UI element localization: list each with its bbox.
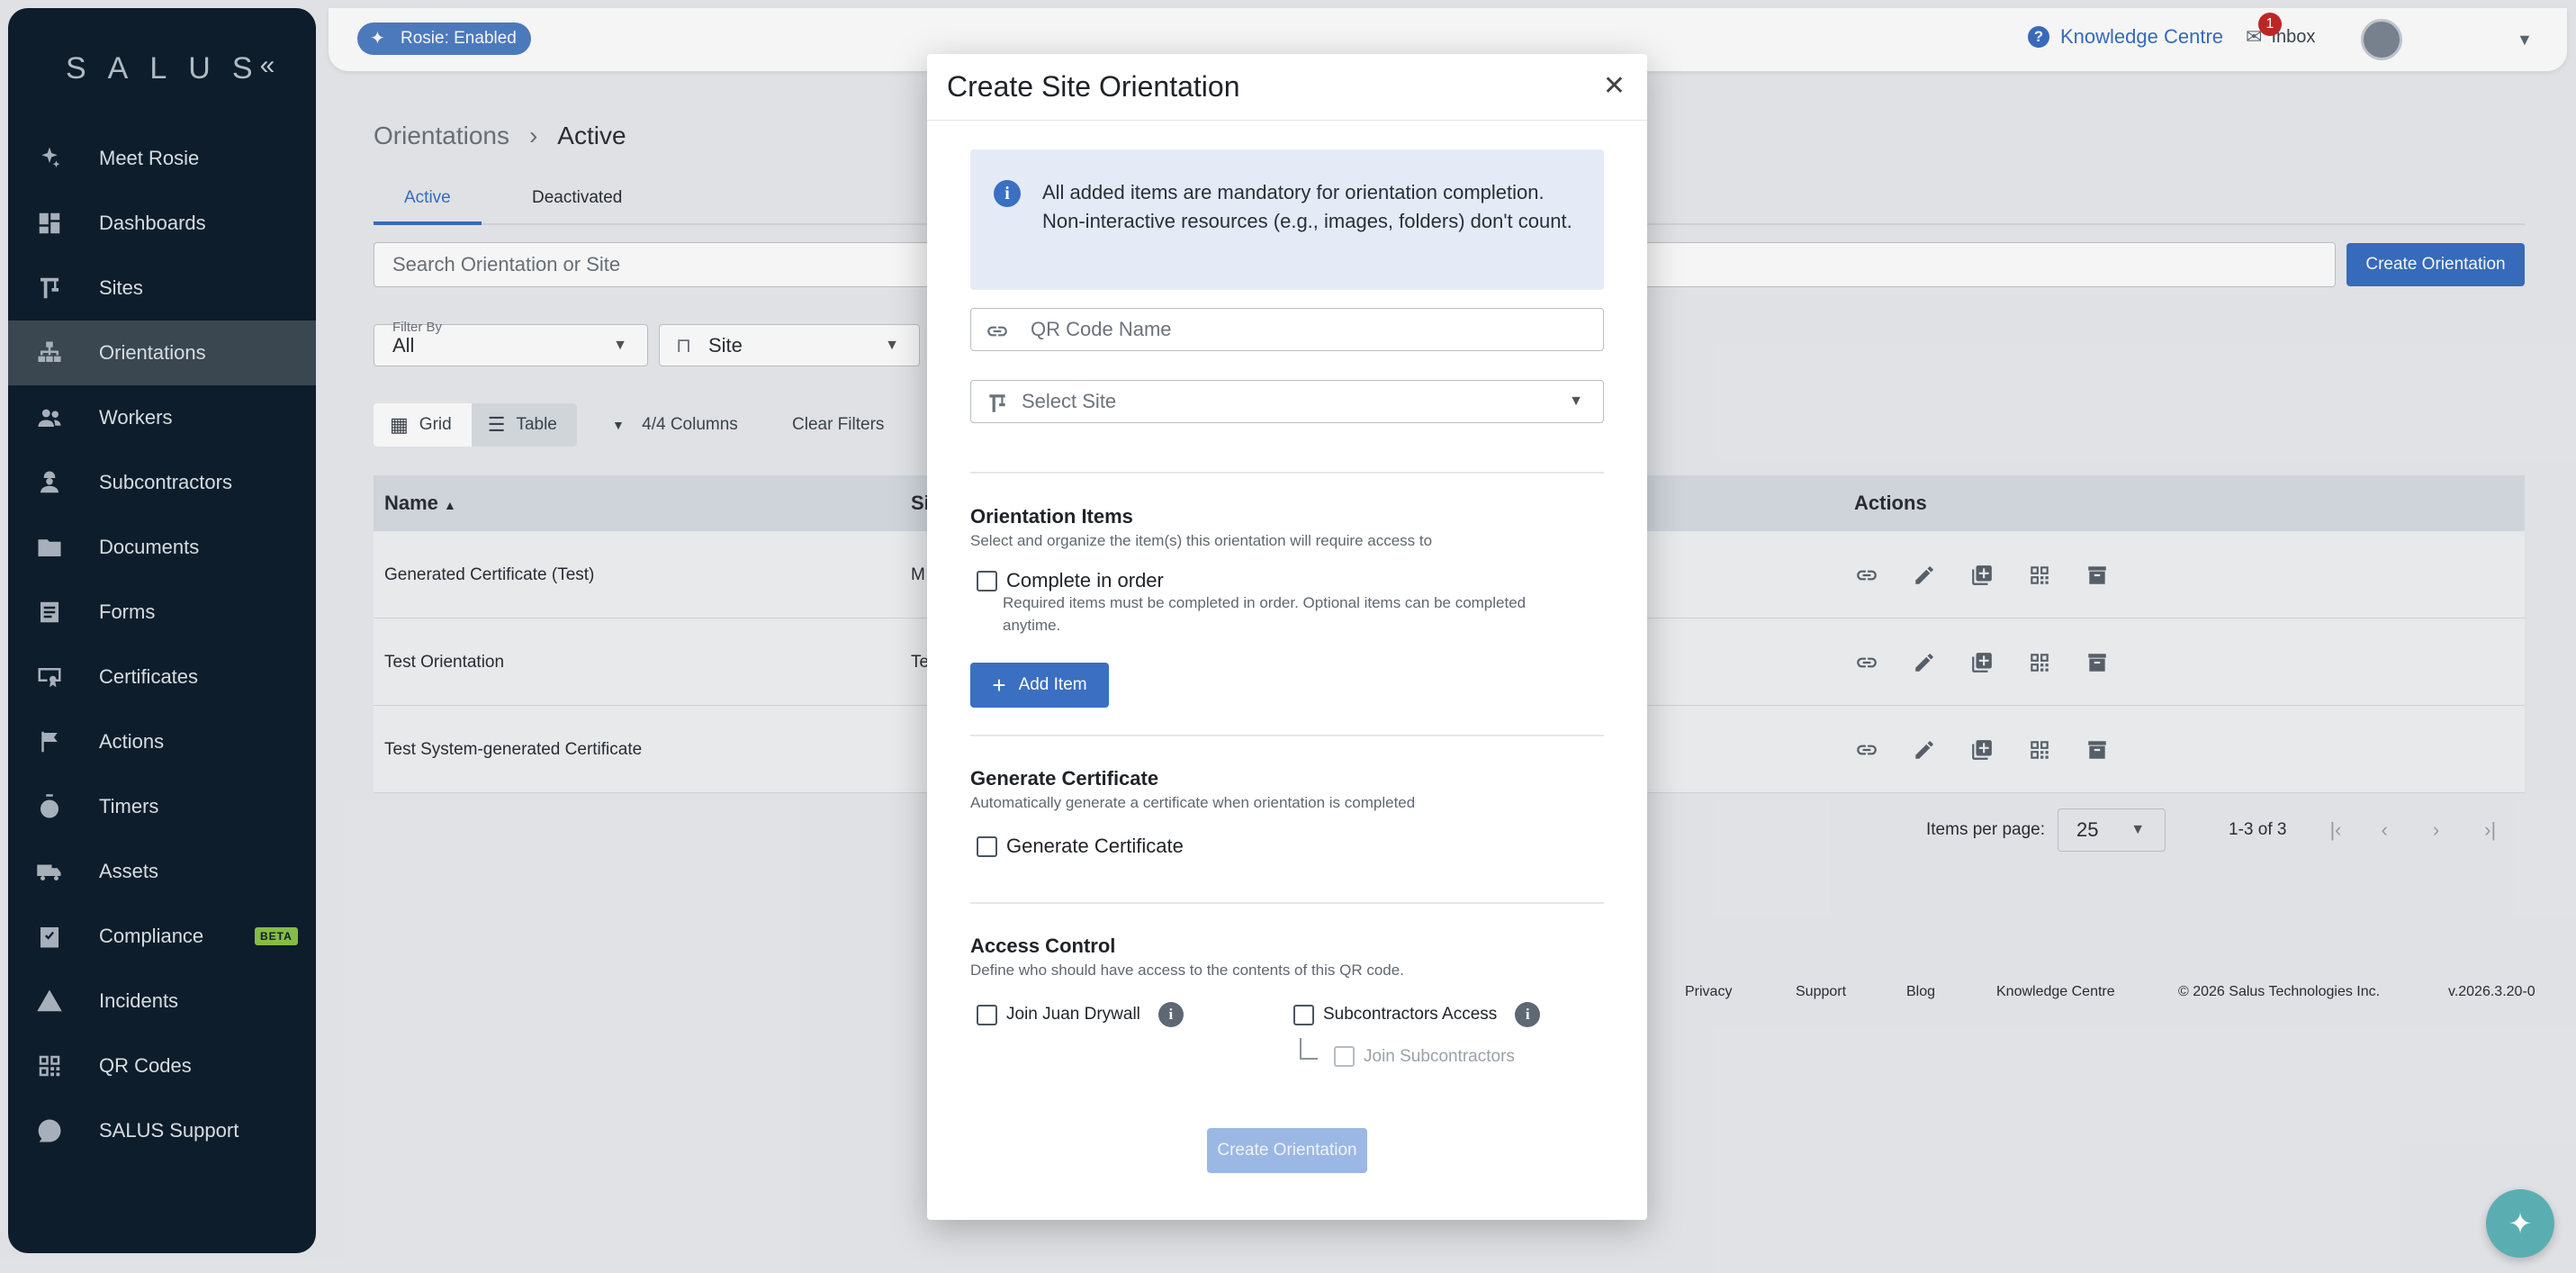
generate-certificate-checkbox[interactable]: Generate Certificate [977,835,1184,858]
plus-icon: + [992,672,1006,699]
access-control-subtitle: Define who should have access to the con… [970,962,1404,979]
select-site-dropdown[interactable]: Select Site ▼ [970,380,1604,423]
divider [970,735,1604,736]
crane-icon [986,392,1009,415]
checkbox-box[interactable] [1334,1046,1355,1067]
access-control-title: Access Control [970,934,1116,957]
orientation-items-subtitle: Select and organize the item(s) this ori… [970,532,1433,549]
join-company-label: Join Juan Drywall [1006,1005,1140,1024]
checkbox-box[interactable] [977,570,997,591]
orientation-items-title: Orientation Items [970,505,1133,528]
checkbox-box[interactable] [977,835,997,857]
close-icon[interactable]: ✕ [1603,70,1626,102]
dialog-header: Create Site Orientation ✕ [927,54,1647,121]
subcontractors-access-checkbox[interactable]: Subcontractors Access i [1293,1002,1541,1027]
chevron-down-icon: ▼ [1569,393,1583,409]
info-icon: i [994,180,1021,207]
join-company-checkbox[interactable]: Join Juan Drywall i [977,1002,1184,1027]
generate-certificate-title: Generate Certificate [970,767,1159,790]
generate-certificate-subtitle: Automatically generate a certificate whe… [970,794,1416,811]
subcontractors-access-label: Subcontractors Access [1323,1005,1498,1024]
qr-code-name-placeholder: QR Code Name [1031,318,1172,340]
qr-code-name-field[interactable]: QR Code Name [970,308,1604,351]
select-site-placeholder: Select Site [1022,390,1117,412]
info-icon[interactable]: i [1515,1002,1541,1027]
complete-in-order-help: Required items must be completed in orde… [1003,594,1527,634]
complete-in-order-label: Complete in order [1006,569,1164,591]
complete-in-order-checkbox[interactable]: Complete in order [977,569,1164,592]
info-icon[interactable]: i [1157,1002,1184,1027]
divider [970,902,1604,904]
divider [970,472,1604,474]
join-subcontractors-checkbox[interactable]: Join Subcontractors [1334,1046,1515,1067]
checkbox-box[interactable] [1293,1004,1314,1025]
sparkle-icon: ✦ [2508,1207,2533,1240]
rosie-assistant-button[interactable]: ✦ [2486,1189,2554,1258]
add-item-button[interactable]: + Add Item [970,663,1109,708]
dialog-title: Create Site Orientation [947,70,1240,103]
link-icon [986,320,1009,343]
join-subcontractors-label: Join Subcontractors [1364,1046,1515,1066]
tree-connector [1300,1038,1318,1060]
checkbox-box[interactable] [977,1004,997,1025]
generate-certificate-label: Generate Certificate [1006,835,1184,857]
create-orientation-submit-button[interactable]: Create Orientation [1207,1128,1367,1173]
info-alert: i All added items are mandatory for orie… [970,149,1604,290]
info-alert-text: All added items are mandatory for orient… [1042,181,1572,232]
create-site-orientation-dialog: Create Site Orientation ✕ i All added it… [927,54,1647,1220]
add-item-label: Add Item [1018,675,1087,694]
